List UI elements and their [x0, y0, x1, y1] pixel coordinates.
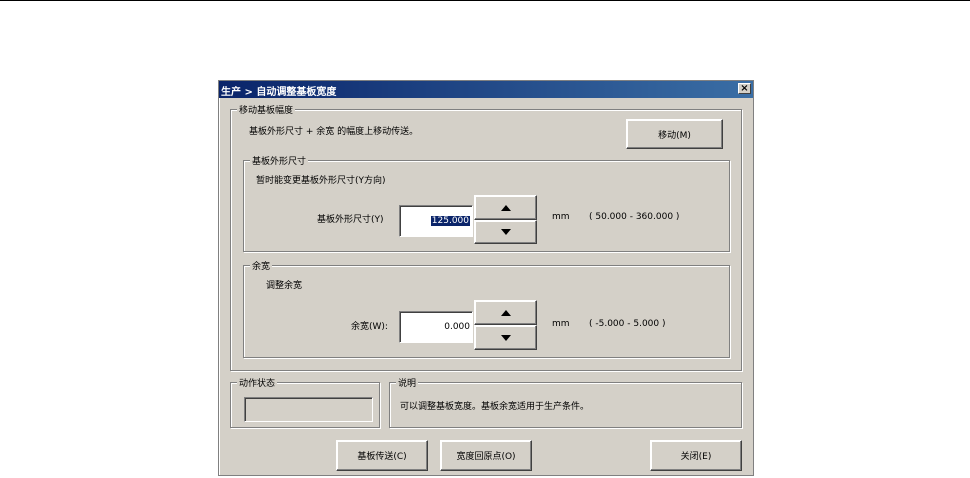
screen-top-line: [0, 0, 970, 1]
margin-down-button[interactable]: [474, 325, 537, 350]
margin-input[interactable]: 0.000: [399, 311, 473, 343]
margin-up-button[interactable]: [474, 300, 537, 325]
margin-range: ( -5.000 - 5.000 ): [589, 319, 666, 329]
arrow-up-icon: [500, 309, 511, 316]
board-size-label: 基板外形尺寸(Y): [317, 215, 384, 225]
title-bar[interactable]: 生产 > 自动调整基板宽度 ×: [219, 81, 753, 98]
board-size-range: ( 50.000 - 360.000 ): [589, 212, 680, 222]
window-title: 生产 > 自动调整基板宽度: [221, 87, 337, 98]
arrow-down-icon: [500, 229, 511, 235]
margin-group: 余宽 调整余宽 余宽(W): 0.000 mm ( -5.000 - 5.000…: [243, 259, 730, 358]
margin-unit: mm: [552, 319, 570, 329]
arrow-up-icon: [500, 204, 511, 211]
board-size-legend: 基板外形尺寸: [250, 154, 309, 167]
board-size-down-button[interactable]: [474, 220, 537, 244]
explanation-group: 说明 可以调整基板宽度。基板余宽适用于生产条件。: [389, 376, 742, 428]
operation-status-legend: 动作状态: [237, 376, 278, 389]
margin-label: 余宽(W):: [351, 322, 388, 332]
board-size-input[interactable]: 125.000: [399, 205, 473, 237]
move-width-group: 移动基板幅度 基板外形尺寸 + 余宽 的幅度上移动传送。 移动(M) 基板外形尺…: [230, 103, 742, 371]
explanation-text: 可以调整基板宽度。基板余宽适用于生产条件。: [400, 402, 590, 412]
operation-status-box: [244, 397, 373, 422]
board-size-value: 125.000: [430, 216, 470, 226]
close-icon[interactable]: ×: [738, 83, 751, 94]
board-size-up-button[interactable]: [474, 195, 537, 220]
margin-legend: 余宽: [250, 259, 273, 272]
auto-width-dialog: 生产 > 自动调整基板宽度 × 移动基板幅度 基板外形尺寸 + 余宽 的幅度上移…: [218, 80, 754, 476]
margin-note: 调整余宽: [266, 281, 303, 291]
explanation-legend: 说明: [396, 376, 419, 389]
width-origin-button[interactable]: 宽度回原点(O): [440, 440, 532, 471]
board-size-group: 基板外形尺寸 暂时能变更基板外形尺寸(Y方向) 基板外形尺寸(Y) 125.00…: [243, 154, 730, 252]
board-size-unit: mm: [552, 212, 570, 222]
move-button[interactable]: 移动(M): [626, 119, 723, 149]
operation-status-group: 动作状态: [230, 376, 380, 428]
board-transport-button[interactable]: 基板传送(C): [336, 440, 428, 471]
move-description: 基板外形尺寸 + 余宽 的幅度上移动传送。: [249, 127, 419, 137]
move-width-legend: 移动基板幅度: [237, 103, 296, 116]
close-button[interactable]: 关闭(E): [650, 440, 742, 471]
margin-value: 0.000: [444, 322, 470, 332]
board-size-note: 暂时能变更基板外形尺寸(Y方向): [256, 176, 386, 186]
arrow-down-icon: [500, 334, 511, 341]
